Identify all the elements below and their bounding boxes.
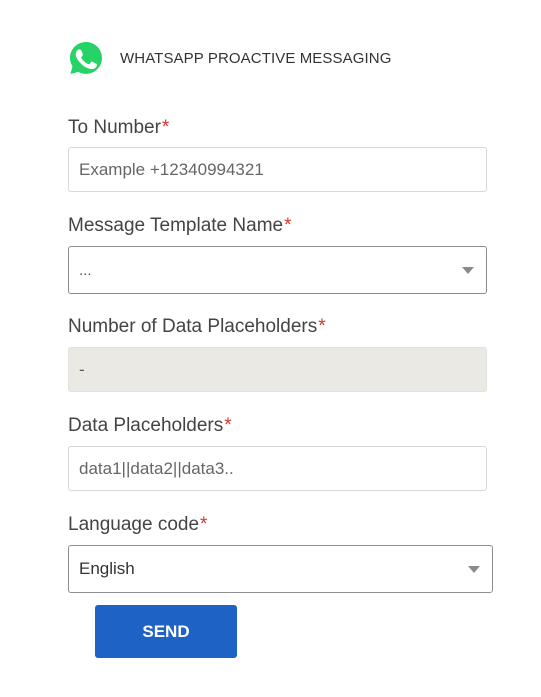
required-mark: * (200, 514, 208, 535)
language-code-label-text: Language code (68, 514, 200, 535)
data-placeholders-label-text: Data Placeholders (68, 415, 224, 436)
required-mark: * (161, 117, 170, 138)
to-number-field-box (68, 147, 487, 192)
message-template-label: Message Template Name* (68, 214, 292, 238)
num-placeholders-label: Number of Data Placeholders* (68, 315, 326, 339)
data-placeholders-field-box (68, 446, 487, 491)
send-button[interactable]: SEND (95, 605, 237, 658)
message-template-label-text: Message Template Name (68, 215, 284, 236)
language-code-label: Language code* (68, 513, 207, 537)
data-placeholders-input[interactable] (79, 458, 486, 479)
to-number-input[interactable] (79, 159, 486, 180)
language-code-selected-value: English (79, 559, 135, 578)
chevron-down-icon (462, 266, 474, 274)
form-title: WHATSAPP PROACTIVE MESSAGING (120, 49, 392, 67)
send-button-label: SEND (142, 621, 190, 641)
num-placeholders-label-text: Number of Data Placeholders (68, 316, 318, 337)
required-mark: * (284, 215, 292, 236)
language-code-select[interactable]: English (68, 545, 493, 593)
to-number-label: To Number* (68, 116, 169, 140)
message-template-selected-value: ... (79, 261, 92, 279)
required-mark: * (224, 415, 232, 436)
num-placeholders-value: - (79, 359, 85, 379)
required-mark: * (318, 316, 326, 337)
chevron-down-icon (468, 565, 480, 573)
message-template-select[interactable]: ... (68, 246, 487, 294)
whatsapp-form-page: WHATSAPP PROACTIVE MESSAGING To Number* … (0, 0, 541, 697)
form-header: WHATSAPP PROACTIVE MESSAGING (68, 40, 391, 76)
data-placeholders-label: Data Placeholders* (68, 414, 232, 438)
num-placeholders-field: - (68, 347, 487, 392)
to-number-label-text: To Number (68, 117, 161, 138)
whatsapp-icon (70, 42, 102, 74)
